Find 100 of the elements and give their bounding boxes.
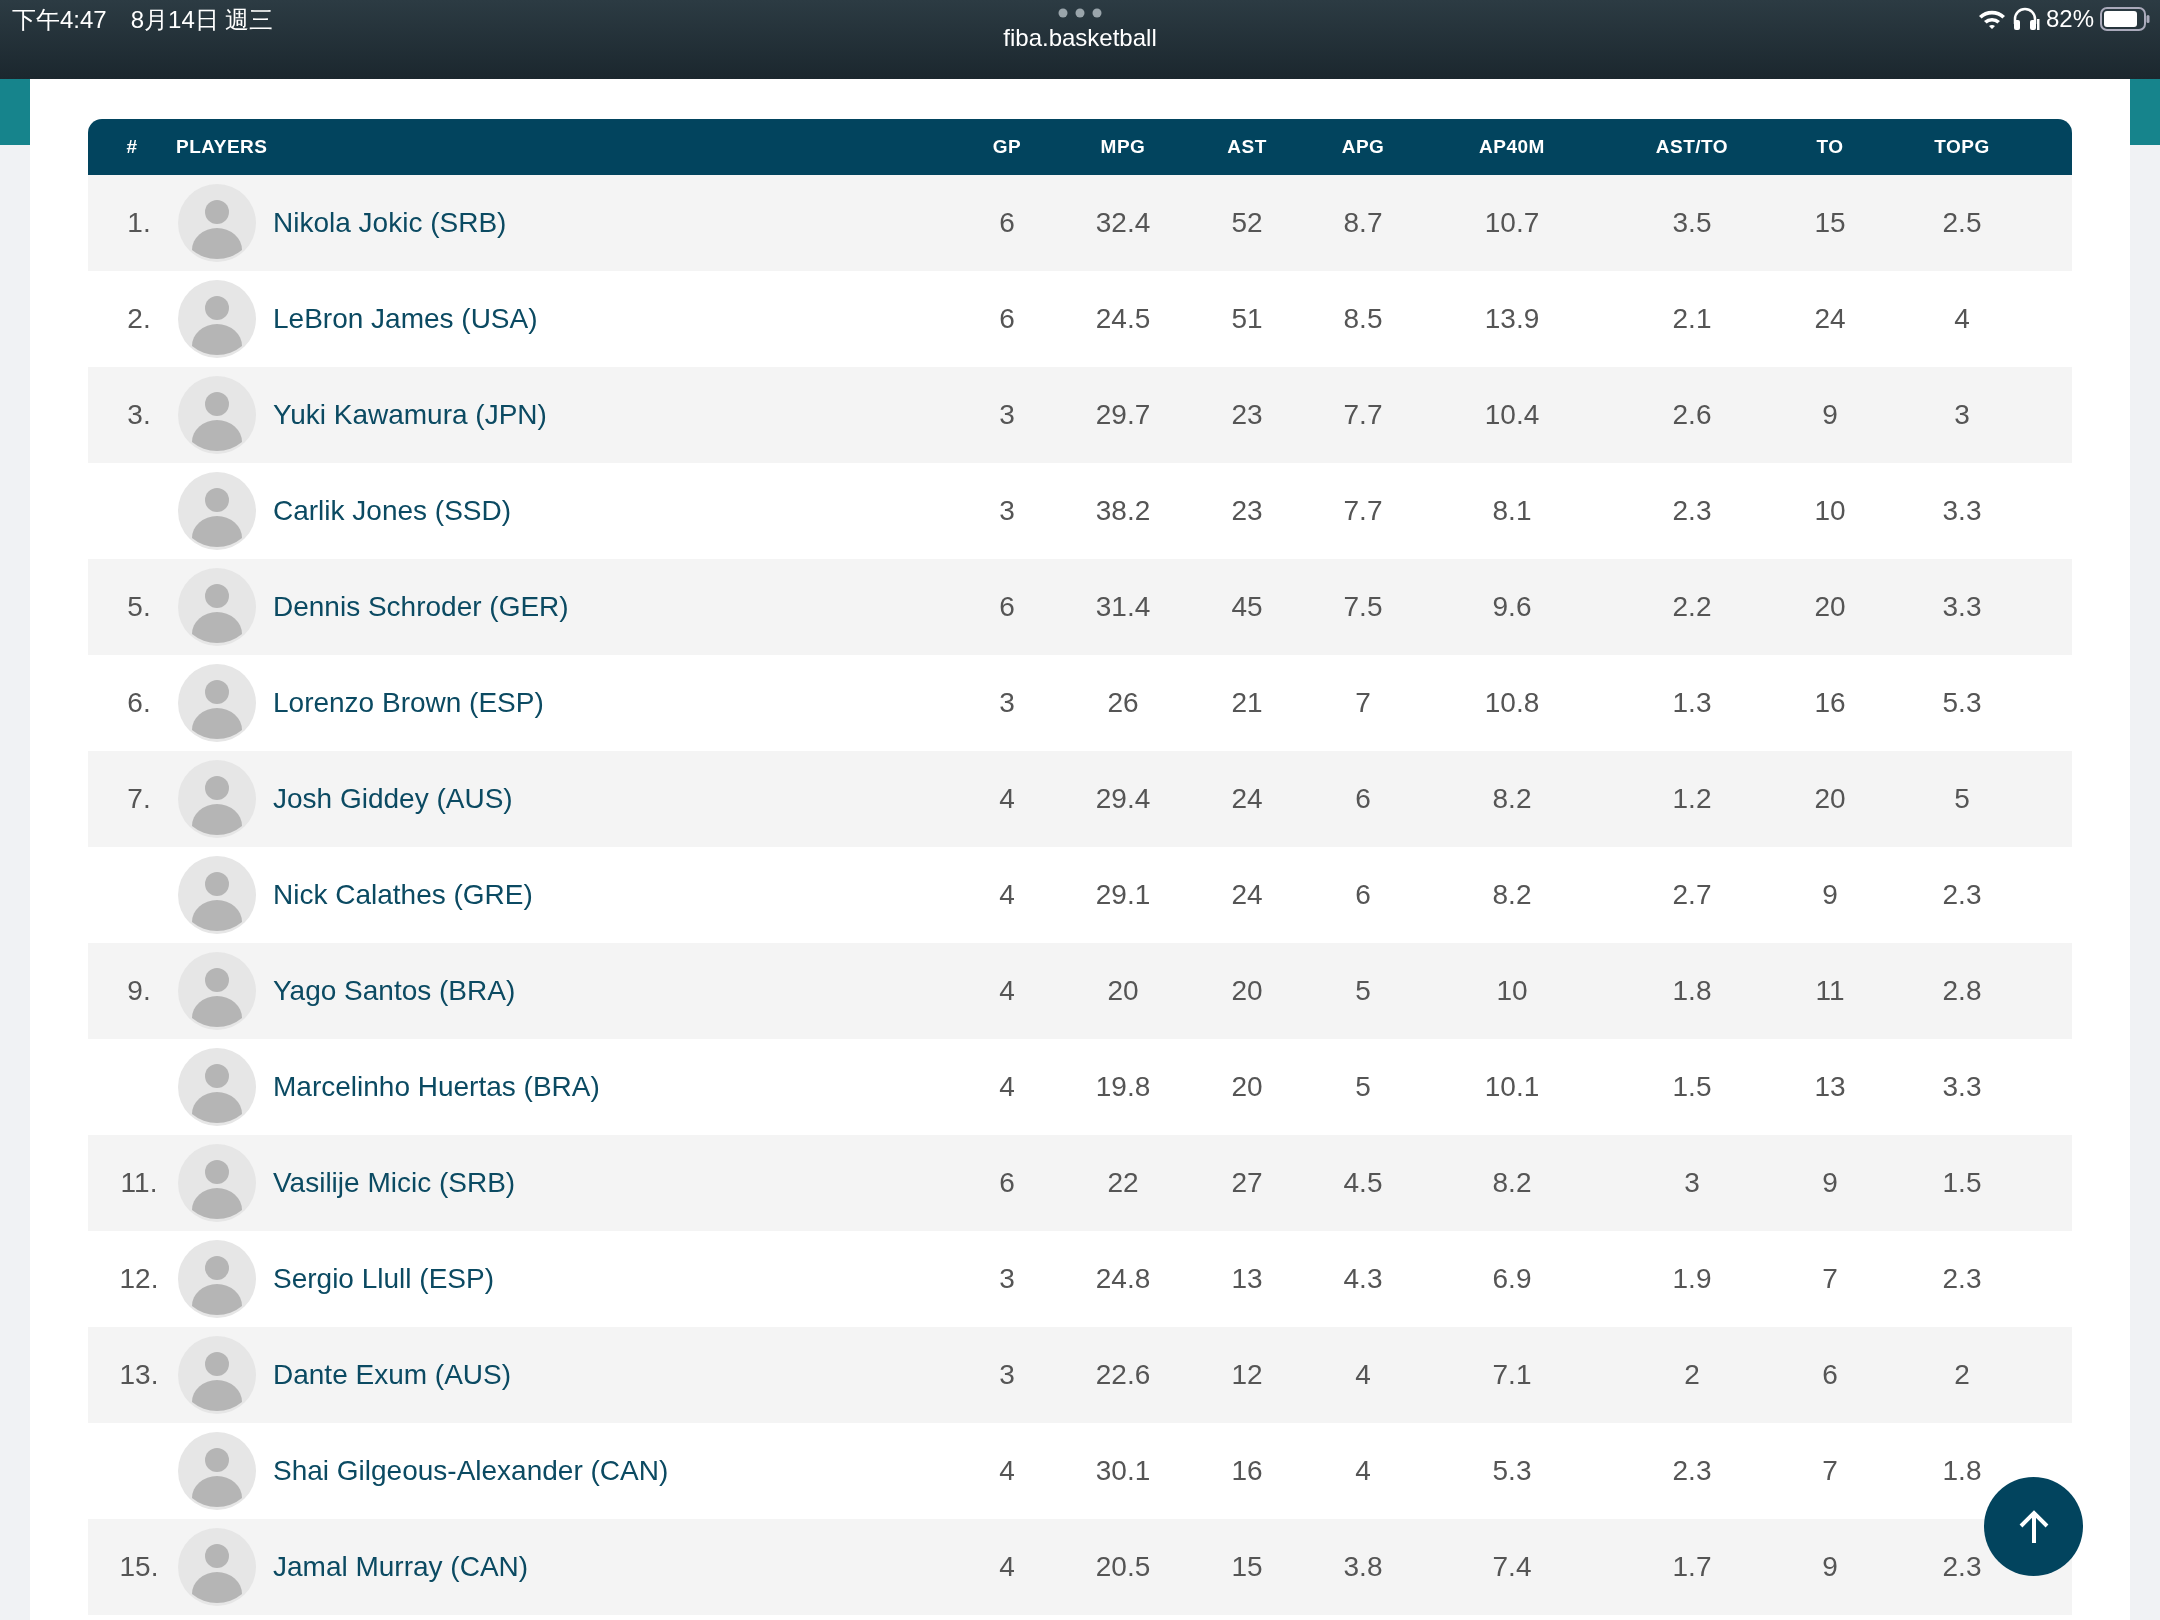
stat-value: 4 [999, 879, 1015, 911]
stat-value: 7.5 [1343, 591, 1383, 623]
player-link[interactable]: Yago Santos (BRA) [273, 975, 516, 1007]
player-link[interactable]: Josh Giddey (AUS) [273, 783, 513, 815]
stat-value: 52 [1231, 207, 1263, 239]
column-header[interactable]: AST/TO [1655, 136, 1729, 158]
stat-value: 1.8 [1672, 975, 1712, 1007]
battery-icon [2100, 7, 2150, 31]
stat-value: 20.5 [1095, 1551, 1151, 1583]
column-header[interactable]: TOPG [1934, 136, 1990, 158]
stat-value: 1.2 [1672, 783, 1712, 815]
stat-value: 13.9 [1484, 303, 1540, 335]
stat-value: 7.7 [1343, 495, 1383, 527]
stat-value: 6.9 [1492, 1263, 1532, 1295]
rank-number: 3. [126, 399, 151, 431]
stat-value: 3 [999, 1263, 1015, 1295]
stat-value: 5.3 [1492, 1455, 1532, 1487]
player-link[interactable]: Carlik Jones (SSD) [273, 495, 512, 527]
stat-value: 8.1 [1492, 495, 1532, 527]
stat-value: 4 [999, 1455, 1015, 1487]
player-link[interactable]: Dante Exum (AUS) [273, 1359, 512, 1391]
stat-value: 2.3 [1942, 879, 1982, 911]
column-header[interactable]: MPG [1100, 136, 1146, 158]
stat-value: 24.5 [1095, 303, 1151, 335]
stat-value: 30.1 [1095, 1455, 1151, 1487]
stat-value: 6 [999, 207, 1015, 239]
player-link[interactable]: Shai Gilgeous-Alexander (CAN) [273, 1455, 669, 1487]
stat-value: 16 [1231, 1455, 1263, 1487]
stat-value: 20 [1231, 1071, 1263, 1103]
page-margin [0, 79, 30, 145]
stat-value: 2.3 [1942, 1263, 1982, 1295]
stat-value: 3 [999, 399, 1015, 431]
stat-value: 3 [999, 495, 1015, 527]
stat-value: 27 [1231, 1167, 1263, 1199]
column-header[interactable]: APG [1341, 136, 1385, 158]
stat-value: 2.2 [1672, 591, 1712, 623]
stat-value: 2 [1954, 1359, 1970, 1391]
stat-value: 7.1 [1492, 1359, 1532, 1391]
column-header[interactable]: PLAYERS [176, 136, 268, 158]
stat-value: 29.4 [1095, 783, 1151, 815]
stat-value: 2.5 [1942, 207, 1982, 239]
column-header[interactable]: GP [992, 136, 1022, 158]
rank-number: 5. [126, 591, 151, 623]
stat-value: 3 [999, 687, 1015, 719]
stat-value: 15 [1231, 1551, 1263, 1583]
stat-value: 20 [1814, 591, 1846, 623]
column-header[interactable]: TO [1816, 136, 1844, 158]
stat-value: 21 [1231, 687, 1263, 719]
rank-number: 12. [118, 1263, 159, 1295]
player-link[interactable]: Vasilije Micic (SRB) [273, 1167, 516, 1199]
player-link[interactable]: Marcelinho Huertas (BRA) [273, 1071, 600, 1103]
stat-value: 29.1 [1095, 879, 1151, 911]
status-date: 8月14日 週三 [130, 5, 274, 35]
stat-value: 6 [1355, 879, 1371, 911]
stat-value: 19.8 [1095, 1071, 1151, 1103]
stat-value: 24 [1231, 879, 1263, 911]
player-link[interactable]: Yuki Kawamura (JPN) [273, 399, 547, 431]
column-header[interactable]: # [126, 136, 138, 158]
player-link[interactable]: Nick Calathes (GRE) [273, 879, 533, 911]
url-text[interactable]: fiba.basketball [1003, 24, 1157, 52]
stat-value: 3.8 [1343, 1551, 1383, 1583]
status-time: 下午4:47 [12, 5, 107, 35]
stat-value: 4 [1355, 1359, 1371, 1391]
stat-value: 4 [999, 783, 1015, 815]
stat-value: 4.5 [1343, 1167, 1383, 1199]
column-header[interactable]: AST [1227, 136, 1267, 158]
stat-value: 26 [1107, 687, 1139, 719]
stat-value: 4.3 [1343, 1263, 1383, 1295]
stat-value: 20 [1107, 975, 1139, 1007]
rank-number: 7. [126, 783, 151, 815]
stat-value: 6 [1355, 783, 1371, 815]
stat-value: 3 [1684, 1167, 1700, 1199]
stat-value: 4 [999, 975, 1015, 1007]
stat-value: 7 [1822, 1263, 1838, 1295]
stat-value: 2.3 [1672, 1455, 1712, 1487]
player-link[interactable]: Nikola Jokic (SRB) [273, 207, 507, 239]
stat-value: 10 [1496, 975, 1528, 1007]
player-link[interactable]: Sergio Llull (ESP) [273, 1263, 494, 1295]
stat-value: 2.3 [1672, 495, 1712, 527]
battery-percent: 82% [2045, 5, 2094, 33]
column-header[interactable]: AP40M [1479, 136, 1545, 158]
rank-number: 9. [126, 975, 151, 1007]
stat-value: 1.5 [1942, 1167, 1982, 1199]
more-icon[interactable] [1058, 8, 1102, 18]
stat-value: 9 [1822, 1167, 1838, 1199]
stat-value: 13 [1814, 1071, 1846, 1103]
stat-value: 10.4 [1484, 399, 1540, 431]
stat-value: 5 [1954, 783, 1970, 815]
stat-value: 1.5 [1672, 1071, 1712, 1103]
stat-value: 9.6 [1492, 591, 1532, 623]
player-link[interactable]: LeBron James (USA) [273, 303, 538, 335]
stat-value: 4 [999, 1071, 1015, 1103]
rank-number: 13. [118, 1359, 159, 1391]
stat-value: 16 [1814, 687, 1846, 719]
stat-value: 11 [1815, 975, 1845, 1007]
page-margin [2130, 79, 2160, 145]
stat-value: 7.4 [1492, 1551, 1532, 1583]
player-link[interactable]: Dennis Schroder (GER) [273, 591, 569, 623]
player-link[interactable]: Jamal Murray (CAN) [273, 1551, 529, 1583]
player-link[interactable]: Lorenzo Brown (ESP) [273, 687, 544, 719]
